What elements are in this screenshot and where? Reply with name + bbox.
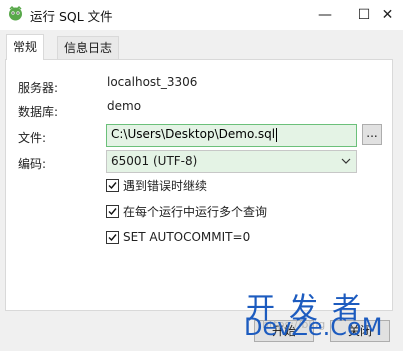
title-bar: 运行 SQL 文件 — ☐ ✕ <box>0 0 403 30</box>
window-title: 运行 SQL 文件 <box>30 9 113 24</box>
navicat-icon <box>9 5 22 21</box>
tab-strip: 常规 信息日志 <box>0 34 403 60</box>
file-label: 文件: <box>18 131 47 145</box>
server-label: 服务器: <box>18 81 59 95</box>
checkbox-continue-on-error[interactable] <box>106 178 119 192</box>
check-icon <box>108 207 117 215</box>
encoding-select[interactable]: 65001 (UTF-8) <box>106 150 357 173</box>
encoding-label: 编码: <box>18 157 47 171</box>
tab-info-log[interactable]: 信息日志 <box>57 36 120 59</box>
check-icon <box>108 181 117 189</box>
option-continue-on-error[interactable]: 遇到错误时继续 <box>106 177 207 193</box>
option-multiple-queries[interactable]: 在每个运行中运行多个查询 <box>106 203 267 219</box>
text-caret <box>276 127 278 142</box>
close-button[interactable]: 关闭 <box>330 320 390 342</box>
browse-button[interactable]: ... <box>362 124 382 145</box>
option-label: SET AUTOCOMMIT=0 <box>123 230 251 244</box>
close-window-button[interactable]: ✕ <box>372 0 403 30</box>
option-label: 在每个运行中运行多个查询 <box>123 204 268 219</box>
chevron-down-icon <box>341 158 351 164</box>
check-icon <box>108 233 117 241</box>
tab-general[interactable]: 常规 <box>6 34 45 60</box>
file-path-input[interactable]: C:\Users\Desktop\Demo.sql <box>106 124 357 147</box>
watermark-url: https://blog <box>262 318 326 331</box>
option-autocommit[interactable]: SET AUTOCOMMIT=0 <box>106 229 250 245</box>
database-value: demo <box>107 99 142 113</box>
option-label: 遇到错误时继续 <box>123 178 208 193</box>
server-value: localhost_3306 <box>107 75 198 89</box>
database-label: 数据库: <box>18 105 59 119</box>
checkbox-multiple-queries[interactable] <box>106 204 119 218</box>
checkbox-autocommit[interactable] <box>106 230 119 244</box>
file-path-value: C:\Users\Desktop\Demo.sql <box>111 127 276 141</box>
encoding-value: 65001 (UTF-8) <box>111 154 198 168</box>
